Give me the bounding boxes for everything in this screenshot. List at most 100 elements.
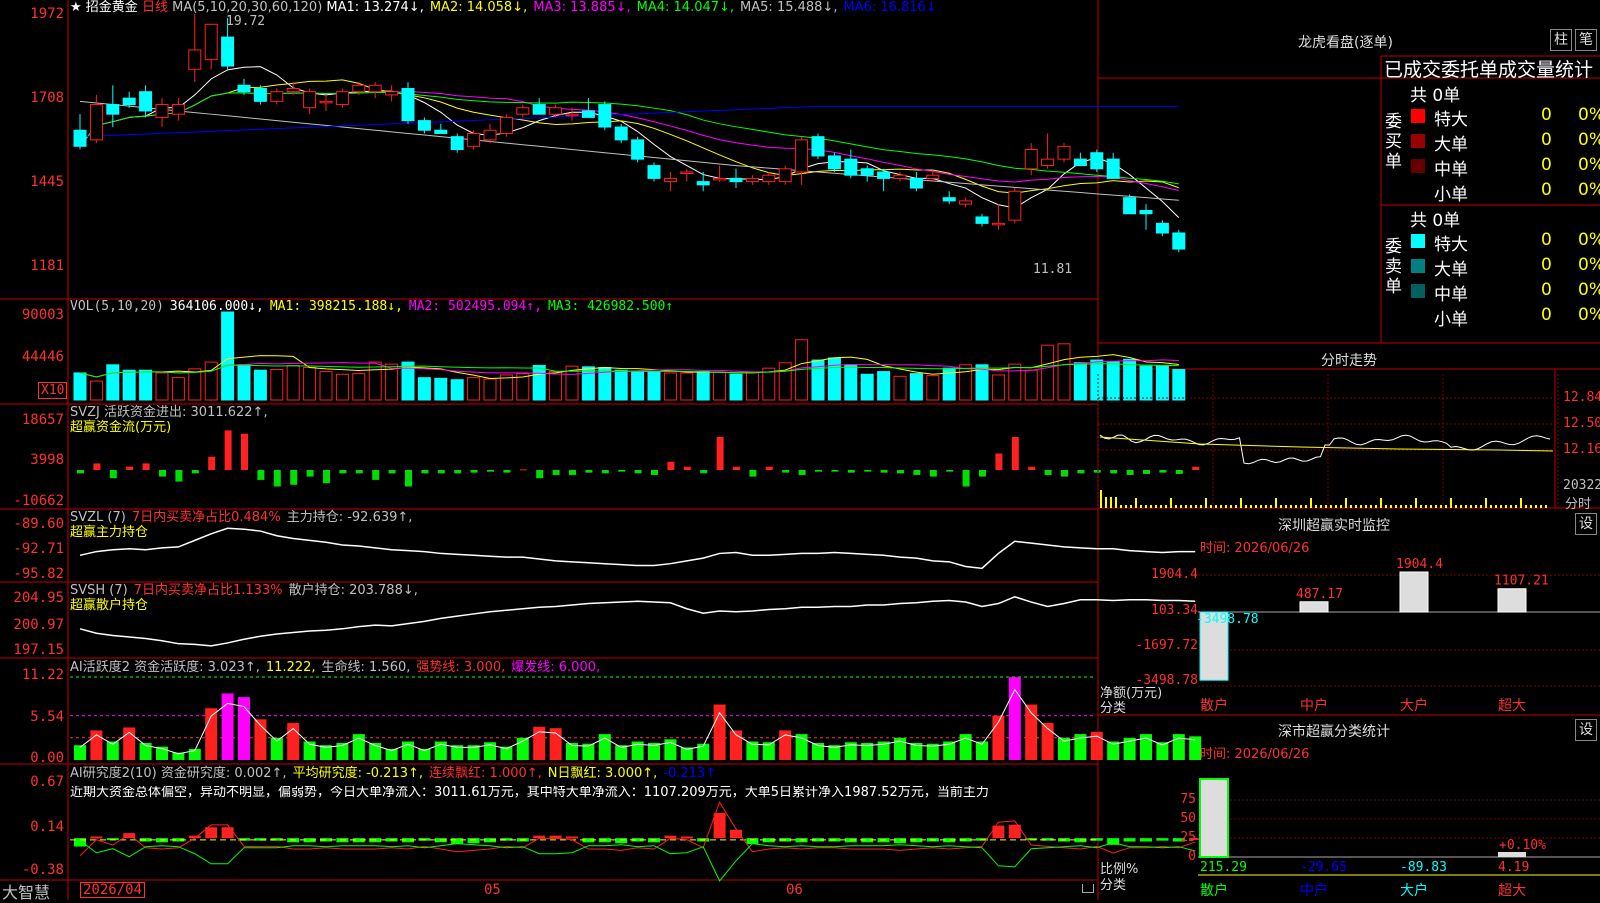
volume-axis-label: 44446 [21,349,64,365]
flow-bar [290,470,298,485]
air-value: AI研究度2(10) 资金研究度: 0.002↑, [70,766,287,781]
flow-bar [323,470,330,484]
volume-value: MA3: 426982.500↑ [547,299,674,314]
candle-body [1008,190,1022,221]
legend-swatch [1411,284,1425,298]
fenshi-volume-bar [1530,505,1532,508]
volume-bar [499,374,513,401]
research-bar [894,838,906,844]
flow-bar [437,470,445,474]
volume-bar [581,366,595,401]
volume-bar [270,369,284,401]
order-size-label: 小单 [1434,310,1468,330]
fenshi-volume-bar [1445,505,1447,508]
svzl-value: 7日内买卖净占比0.484% [131,510,281,525]
fenshi-volume-bar [1220,505,1222,508]
volume-bar [893,375,907,401]
candle-body [680,171,694,174]
candle-body [221,36,235,67]
longhu-title: 龙虎看盘(逐单) [1298,35,1393,51]
fenshi-axis-label: 20322 [1563,478,1600,493]
fenshi-volume-bar [1430,505,1432,508]
ma-items: MA1: 13.274↓, MA2: 14.058↓, MA3: 13.885↓, M… [326,0,942,15]
fenshi-volume-bar [1140,505,1142,508]
volume-bar [729,373,743,401]
star-icon[interactable]: ★ [70,0,82,15]
classify-date: 时间: 2026/06/26 [1200,747,1310,762]
brand-logo-text: 大智慧 [2,883,51,902]
svzl-title-row: SVZL (7) 7日内买卖净占比0.484% 主力持仓: -92.639↑, [70,511,418,525]
svsh-value: 散户持仓: 203.788↓, [288,583,418,598]
tab-bar-chart[interactable]: 柱 [1550,29,1572,51]
fenshi-volume-bar [1440,505,1442,508]
order-count: 0 [1541,255,1552,275]
svsh-title-row: SVSH (7) 7日内买卖净占比1.133% 散户持仓: 203.788↓, [70,584,424,598]
monitor-value-label: 487.17 [1296,587,1343,602]
research-bar [664,835,677,839]
fenshi-volume-bar [1130,505,1132,508]
period-label[interactable]: 日线 [142,0,168,15]
research-bar [549,835,562,839]
candle-body [319,100,333,104]
main-chart-canvas[interactable]: -3498.78 散户 487.17 中户 1904.4 大户 1107.21 超大 215.2… [0,0,1600,900]
flow-bar [454,470,462,474]
order-percent: 0% [1578,155,1600,175]
volume-bar [663,372,677,401]
monitor-axis-label: 1904.4 [1151,567,1198,582]
volume-bar [877,371,891,401]
classify-settings-button[interactable]: 设 [1575,719,1597,741]
fenshi-volume-bar [1160,505,1162,508]
candle-body [663,177,677,183]
ma-value: MA6: 16.816↓ [843,0,937,15]
classify-x-caption: 分类 [1100,878,1127,893]
volume-bar [532,364,546,401]
fenshi-volume-bar [1500,505,1502,508]
fenshi-volume-bar [1365,505,1367,508]
fenshi-volume-bar [1260,505,1262,508]
volume-bar [155,372,169,401]
order-percent: 0% [1578,255,1600,275]
candle-body [516,107,530,115]
order-size-label: 小单 [1434,185,1468,205]
fenshi-volume-bar [1165,505,1167,508]
ai-axis-label: 5.54 [30,709,64,725]
flow-bar [962,470,970,487]
volume-bar [221,311,235,401]
tab-tick-list[interactable]: 笔 [1575,29,1597,51]
fenshi-volume-bar [1170,498,1172,508]
svsh-subtitle: 超赢散户持仓 [70,598,149,613]
volume-bar [991,374,1005,401]
fenshi-volume-bar [1485,498,1487,508]
legend-swatch [1411,259,1425,273]
volume-value: 364106.000↓, [169,299,264,314]
classify-extra-label: +0.10% [1499,838,1546,853]
flow-bar [831,470,839,472]
flow-bar [995,453,1003,470]
volume-bar [335,373,349,401]
classify-category-label: 大户 [1400,882,1428,899]
lock-icon[interactable] [1082,884,1094,893]
candle-body [352,84,366,93]
svzj-axis-label: 3998 [30,452,64,468]
candle-body [106,104,120,115]
volume-value: VOL(5,10,20) [70,299,164,314]
fenshi-volume-bar [1460,505,1462,508]
order-count: 0 [1541,230,1552,250]
volume-bar [171,377,185,401]
fenshi-volume-bar [1375,505,1377,508]
volume-bar [89,380,103,401]
flow-bar [1077,470,1085,474]
monitor-settings-button[interactable]: 设 [1575,513,1597,535]
volume-bar [827,357,841,401]
classify-value-label: -89.83 [1400,860,1447,875]
fenshi-volume-bar [1105,497,1107,508]
fenshi-volume-bar [1510,505,1512,508]
candle-body [188,49,202,70]
candle-body [1073,158,1087,167]
candle-body [368,84,382,93]
candle-body [1155,222,1169,234]
flow-bar [716,437,724,470]
flow-bar [273,470,281,487]
order-size-label: 中单 [1434,160,1468,180]
volume-bar [1123,358,1137,401]
